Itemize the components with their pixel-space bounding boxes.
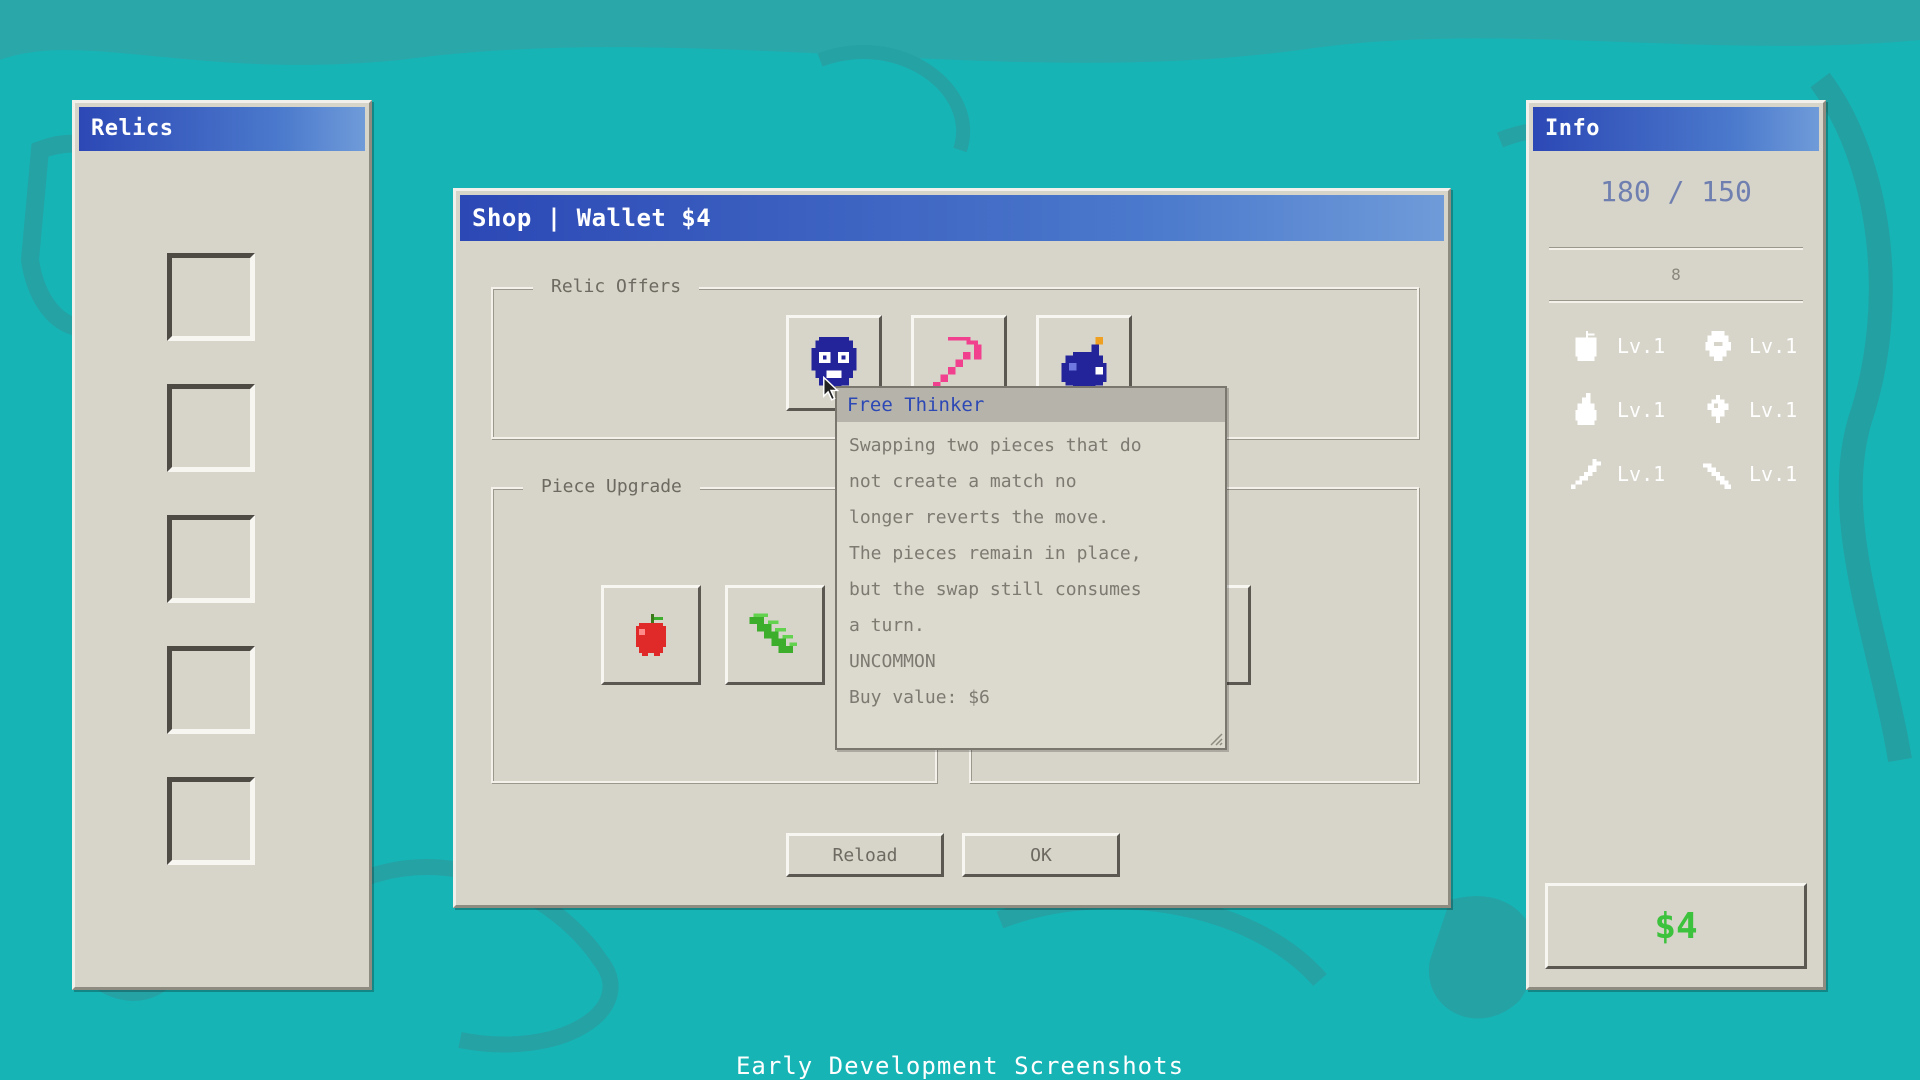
- pear-icon: [1575, 393, 1597, 425]
- info-title: Info: [1533, 107, 1819, 151]
- relic-tooltip: Free Thinker Swapping two pieces that do…: [835, 386, 1227, 750]
- stat-level: Lv.1: [1749, 334, 1798, 358]
- stat-level: Lv.1: [1749, 398, 1798, 422]
- diamond-icon: [1707, 395, 1729, 423]
- tooltip-line: Swapping two pieces that do: [849, 435, 1142, 456]
- piece-upgrade-apple[interactable]: [601, 585, 701, 685]
- tooltip-line: The pieces remain in place,: [849, 543, 1142, 564]
- shop-title: Shop | Wallet $4: [460, 195, 1444, 241]
- stat-apple: Lv.1: [1569, 329, 1665, 363]
- tooltip-line: longer reverts the move.: [849, 507, 1110, 528]
- crystal-icon: [1703, 463, 1731, 489]
- relic-slot-1[interactable]: [167, 253, 255, 341]
- relic-slot-4[interactable]: [167, 646, 255, 734]
- relic-offers-label: Relic Offers: [533, 276, 700, 297]
- tooltip-buy-value: Buy value: $6: [849, 687, 990, 708]
- gem-icon: [1705, 331, 1731, 361]
- tooltip-line: a turn.: [849, 615, 925, 636]
- money-display: $4: [1545, 883, 1807, 969]
- tooltip-line: not create a match no: [849, 471, 1077, 492]
- money-value: $4: [1654, 905, 1698, 947]
- bomb-icon: [1061, 336, 1107, 390]
- stat-gem: Lv.1: [1701, 329, 1797, 363]
- divider: [1549, 248, 1803, 250]
- relic-slot-2[interactable]: [167, 384, 255, 472]
- relics-title: Relics: [79, 107, 365, 151]
- pickaxe-icon: [932, 336, 982, 390]
- relic-slot-5[interactable]: [167, 777, 255, 865]
- resize-grip-icon[interactable]: [1207, 730, 1223, 746]
- piece-upgrade-label: Piece Upgrade: [523, 476, 700, 497]
- stat-crystal: Lv.1: [1701, 457, 1797, 491]
- relics-window: Relics: [72, 100, 372, 990]
- mouse-cursor-icon: [823, 376, 840, 401]
- tooltip-rarity: UNCOMMON: [849, 651, 936, 672]
- divider: [1549, 301, 1803, 303]
- stat-level: Lv.1: [1617, 334, 1666, 358]
- stat-pear: Lv.1: [1569, 393, 1665, 427]
- apple-icon: [636, 614, 666, 656]
- leaf-icon: [749, 613, 797, 654]
- stat-carrot: Lv.1: [1569, 457, 1665, 491]
- carrot-icon: [1571, 459, 1601, 489]
- stat-diamond: Lv.1: [1701, 393, 1797, 427]
- ok-button[interactable]: OK: [962, 833, 1120, 877]
- stat-level: Lv.1: [1617, 462, 1666, 486]
- relic-slot-3[interactable]: [167, 515, 255, 603]
- caption-text: Early Development Screenshots: [735, 1052, 1185, 1080]
- sub-value: 8: [1671, 265, 1681, 284]
- stat-level: Lv.1: [1749, 462, 1798, 486]
- piece-upgrade-leaf[interactable]: [725, 585, 825, 685]
- stat-level: Lv.1: [1617, 398, 1666, 422]
- reload-button[interactable]: Reload: [786, 833, 944, 877]
- tooltip-title: Free Thinker: [837, 388, 1225, 422]
- score-display: 180 / 150: [1600, 175, 1752, 208]
- info-window: Info 180 / 150 8 Lv.1 Lv.1 Lv.1 Lv.1 Lv.…: [1526, 100, 1826, 990]
- apple-icon: [1575, 331, 1597, 361]
- tooltip-line: but the swap still consumes: [849, 579, 1142, 600]
